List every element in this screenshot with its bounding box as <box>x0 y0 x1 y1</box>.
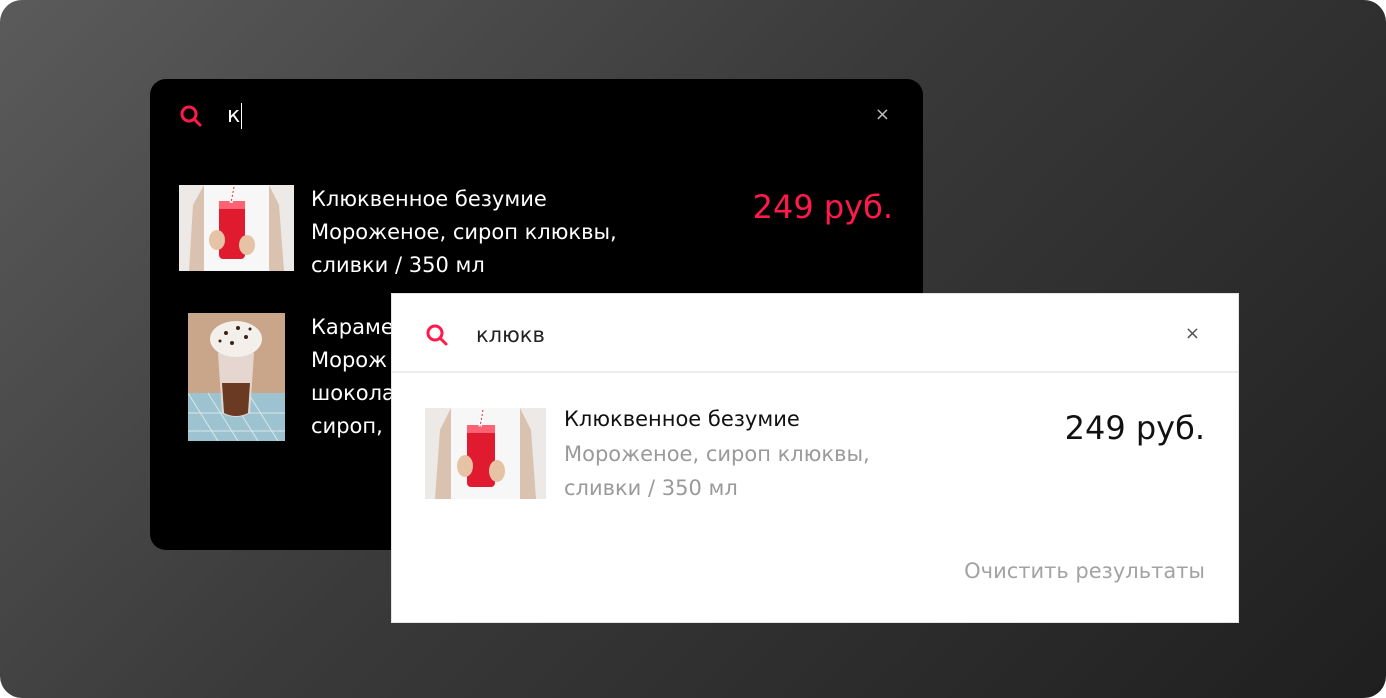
result-price: 249 руб. <box>1064 409 1205 447</box>
close-icon[interactable]: × <box>875 104 890 126</box>
caramel-milkshake-photo <box>188 313 285 441</box>
result-description: сливки / 350 мл <box>311 253 485 277</box>
cranberry-drink-photo <box>179 185 294 271</box>
result-price: 249 руб. <box>752 188 893 226</box>
divider <box>392 371 1238 373</box>
close-icon[interactable]: × <box>1185 323 1200 345</box>
result-title: Клюквенное безумие <box>564 407 800 431</box>
light-search-panel: клюкв × Клюквенное безумие Мороженое, си… <box>392 294 1238 622</box>
result-description-line: Мороженое, сироп клюквы, <box>564 442 870 466</box>
search-result-item[interactable]: Клюквенное безумие Мороженое, сироп клюк… <box>150 183 923 293</box>
background-stage: к × Клюквенное безумие Мороженое, сироп … <box>0 0 1386 698</box>
search-query-text: к <box>227 103 241 128</box>
clear-results-button[interactable]: Очистить результаты <box>964 556 1205 586</box>
cranberry-drink-photo <box>425 408 546 499</box>
search-input[interactable]: клюкв <box>476 320 545 350</box>
search-icon[interactable] <box>425 323 449 347</box>
result-description: Мороженое, сироп клюквы, <box>311 220 617 244</box>
search-input[interactable]: к <box>227 101 243 131</box>
search-icon[interactable] <box>179 104 203 128</box>
result-title: Клюквенное безумие <box>311 187 547 211</box>
result-description: Мороженое, сироп клюквы, сливки / 350 мл <box>564 437 924 505</box>
text-caret <box>241 103 243 129</box>
result-description-line: сливки / 350 мл <box>564 476 738 500</box>
result-text: Клюквенное безумие Мороженое, сироп клюк… <box>311 183 641 282</box>
